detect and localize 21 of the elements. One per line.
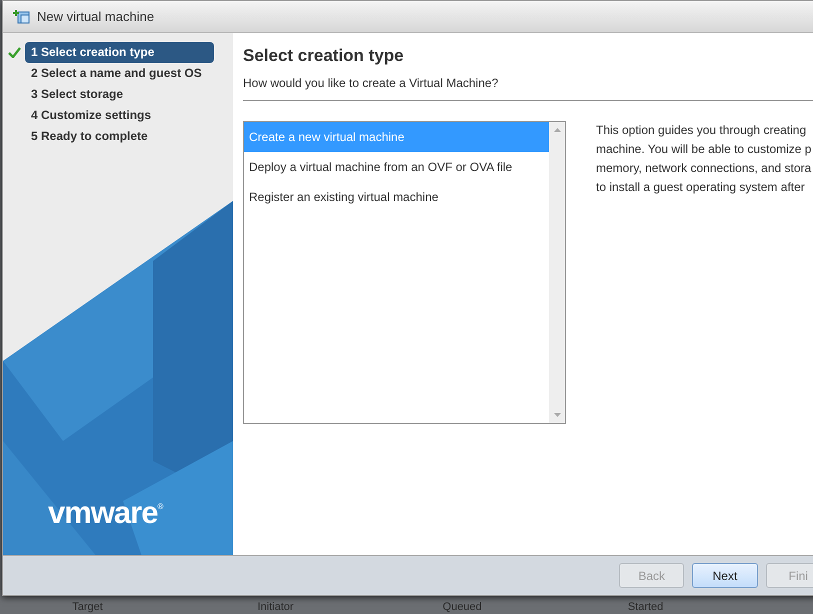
- window-title: New virtual machine: [37, 8, 154, 26]
- scrollbar[interactable]: [549, 122, 565, 422]
- scroll-up-icon[interactable]: [554, 128, 560, 132]
- creation-type-option[interactable]: Deploy a virtual machine from an OVF or OVA file: [244, 152, 549, 182]
- vmware-logo: vmware®: [48, 497, 164, 528]
- option-description: This option guides you through creating machine. You will be able to customize p memory, network connections, and stora to install a guest operating system after: [596, 122, 812, 196]
- wizard-step[interactable]: 3 Select storage: [25, 84, 130, 104]
- wizard-step[interactable]: 1 Select creation type: [25, 42, 214, 62]
- column-header: Started: [628, 601, 664, 613]
- page-title: Select creation type: [243, 45, 405, 67]
- wizard-step[interactable]: 4 Customize settings: [25, 104, 158, 126]
- virtual-machine-add-icon: [13, 8, 31, 24]
- wizard-step[interactable]: 5 Ready to complete: [25, 126, 154, 146]
- scroll-down-icon[interactable]: [554, 412, 560, 416]
- wizard-step[interactable]: 2 Select a name and guest OS: [25, 62, 208, 84]
- column-header: Target: [72, 601, 104, 613]
- column-header: Initiator: [257, 601, 295, 613]
- dialog-button[interactable]: Next: [692, 563, 758, 588]
- creation-type-option[interactable]: Register an existing virtual machine: [244, 182, 549, 212]
- page-subtitle: How would you like to create a Virtual Machine?: [243, 74, 500, 92]
- column-header: Queued: [442, 601, 483, 613]
